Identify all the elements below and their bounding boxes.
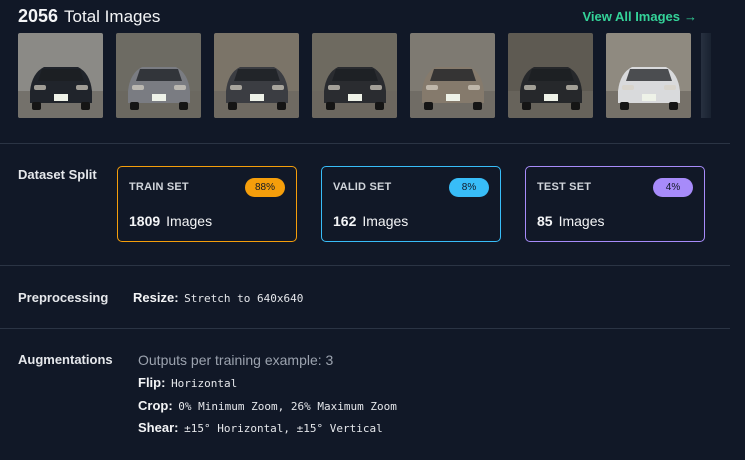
valid-set-name: VALID SET — [333, 181, 392, 193]
car-thumb-4[interactable] — [312, 33, 397, 118]
test-set-name: TEST SET — [537, 181, 592, 193]
section-divider — [0, 143, 730, 144]
total-images-count: 2056 — [18, 6, 59, 26]
car-image — [410, 33, 495, 118]
valid-set-count: 162 Images — [333, 213, 408, 229]
test-set-count-unit: Images — [558, 213, 605, 229]
car-image — [606, 33, 691, 118]
car-thumb-5[interactable] — [410, 33, 495, 118]
dataset-split-label: Dataset Split — [18, 167, 97, 182]
valid-set-percent-badge: 8% — [449, 178, 489, 197]
crop-key: Crop: — [138, 398, 173, 413]
car-image — [312, 33, 397, 118]
valid-set-count-unit: Images — [362, 213, 409, 229]
outputs-per-example: Outputs per training example: 3 — [138, 352, 334, 368]
train-set-name: TRAIN SET — [129, 181, 189, 193]
car-image — [18, 33, 103, 118]
car-image — [214, 33, 299, 118]
train-set-count-unit: Images — [166, 213, 213, 229]
test-set-percent-badge: 4% — [653, 178, 693, 197]
augmentation-flip: Flip: Horizontal — [138, 375, 237, 390]
total-images-label: Total Images — [64, 7, 161, 26]
view-all-images-label: View All Images — [582, 9, 680, 24]
train-set-card[interactable]: TRAIN SET 88% 1809 Images — [117, 166, 297, 242]
partial-thumbnail — [701, 33, 711, 118]
resize-key: Resize: — [133, 290, 179, 305]
augmentation-shear: Shear: ±15° Horizontal, ±15° Vertical — [138, 420, 383, 435]
crop-value: 0% Minimum Zoom, 26% Maximum Zoom — [178, 400, 397, 413]
car-image — [508, 33, 593, 118]
images-header: 2056 Total Images View All Images → — [18, 6, 727, 30]
car-thumb-3[interactable] — [214, 33, 299, 118]
section-divider — [0, 265, 730, 266]
image-thumbnails — [18, 33, 691, 118]
augmentation-crop: Crop: 0% Minimum Zoom, 26% Maximum Zoom — [138, 398, 397, 413]
preprocessing-label: Preprocessing — [18, 290, 109, 305]
train-set-count-value: 1809 — [129, 213, 161, 229]
augmentations-label: Augmentations — [18, 352, 113, 367]
resize-value: Stretch to 640x640 — [184, 292, 304, 305]
valid-set-card[interactable]: VALID SET 8% 162 Images — [321, 166, 501, 242]
flip-key: Flip: — [138, 375, 166, 390]
total-images-title: 2056 Total Images — [18, 6, 160, 27]
arrow-right-icon: → — [684, 9, 697, 24]
shear-key: Shear: — [138, 420, 179, 435]
test-set-count: 85 Images — [537, 213, 605, 229]
valid-set-count-value: 162 — [333, 213, 357, 229]
train-set-percent-badge: 88% — [245, 178, 285, 197]
train-set-count: 1809 Images — [129, 213, 212, 229]
car-image — [116, 33, 201, 118]
car-thumb-2[interactable] — [116, 33, 201, 118]
view-all-images-link[interactable]: View All Images → — [582, 9, 697, 24]
test-set-card[interactable]: TEST SET 4% 85 Images — [525, 166, 705, 242]
section-divider — [0, 328, 730, 329]
shear-value: ±15° Horizontal, ±15° Vertical — [184, 422, 383, 435]
test-set-count-value: 85 — [537, 213, 553, 229]
car-thumb-7[interactable] — [606, 33, 691, 118]
car-thumb-6[interactable] — [508, 33, 593, 118]
preprocessing-resize: Resize: Stretch to 640x640 — [133, 290, 303, 305]
car-thumb-1[interactable] — [18, 33, 103, 118]
flip-value: Horizontal — [171, 377, 238, 390]
